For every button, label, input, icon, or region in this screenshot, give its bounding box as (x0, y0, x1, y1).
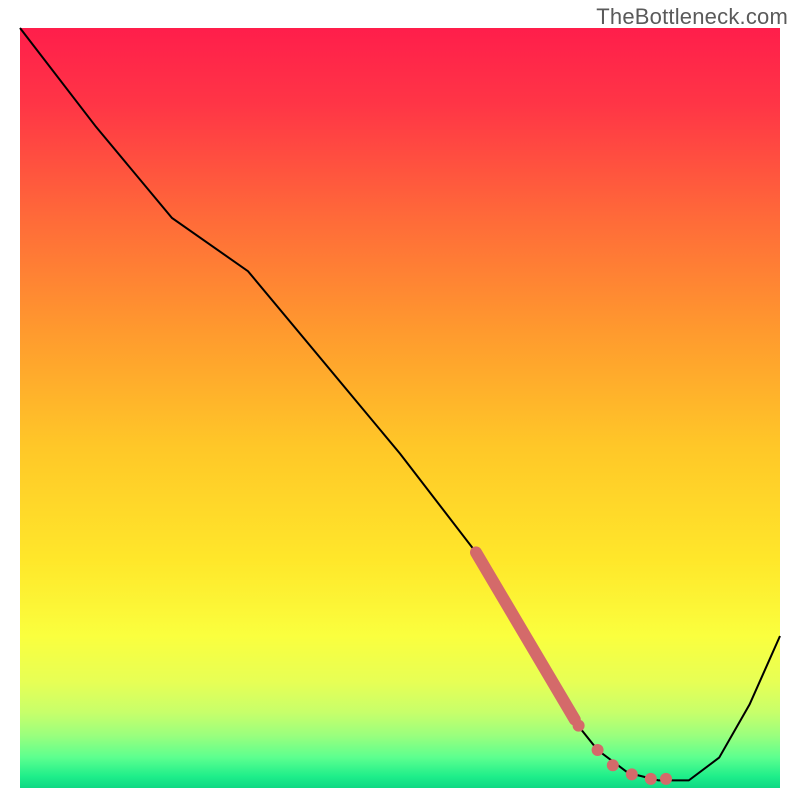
highlight-dot (645, 773, 657, 785)
highlight-dot (660, 773, 672, 785)
plot-svg (20, 28, 780, 788)
highlight-dot (573, 720, 585, 732)
chart-container: TheBottleneck.com (0, 0, 800, 800)
highlight-dot (592, 744, 604, 756)
highlight-dot (626, 768, 638, 780)
highlight-dot (607, 759, 619, 771)
watermark-text: TheBottleneck.com (596, 4, 788, 30)
gradient-background (20, 28, 780, 788)
